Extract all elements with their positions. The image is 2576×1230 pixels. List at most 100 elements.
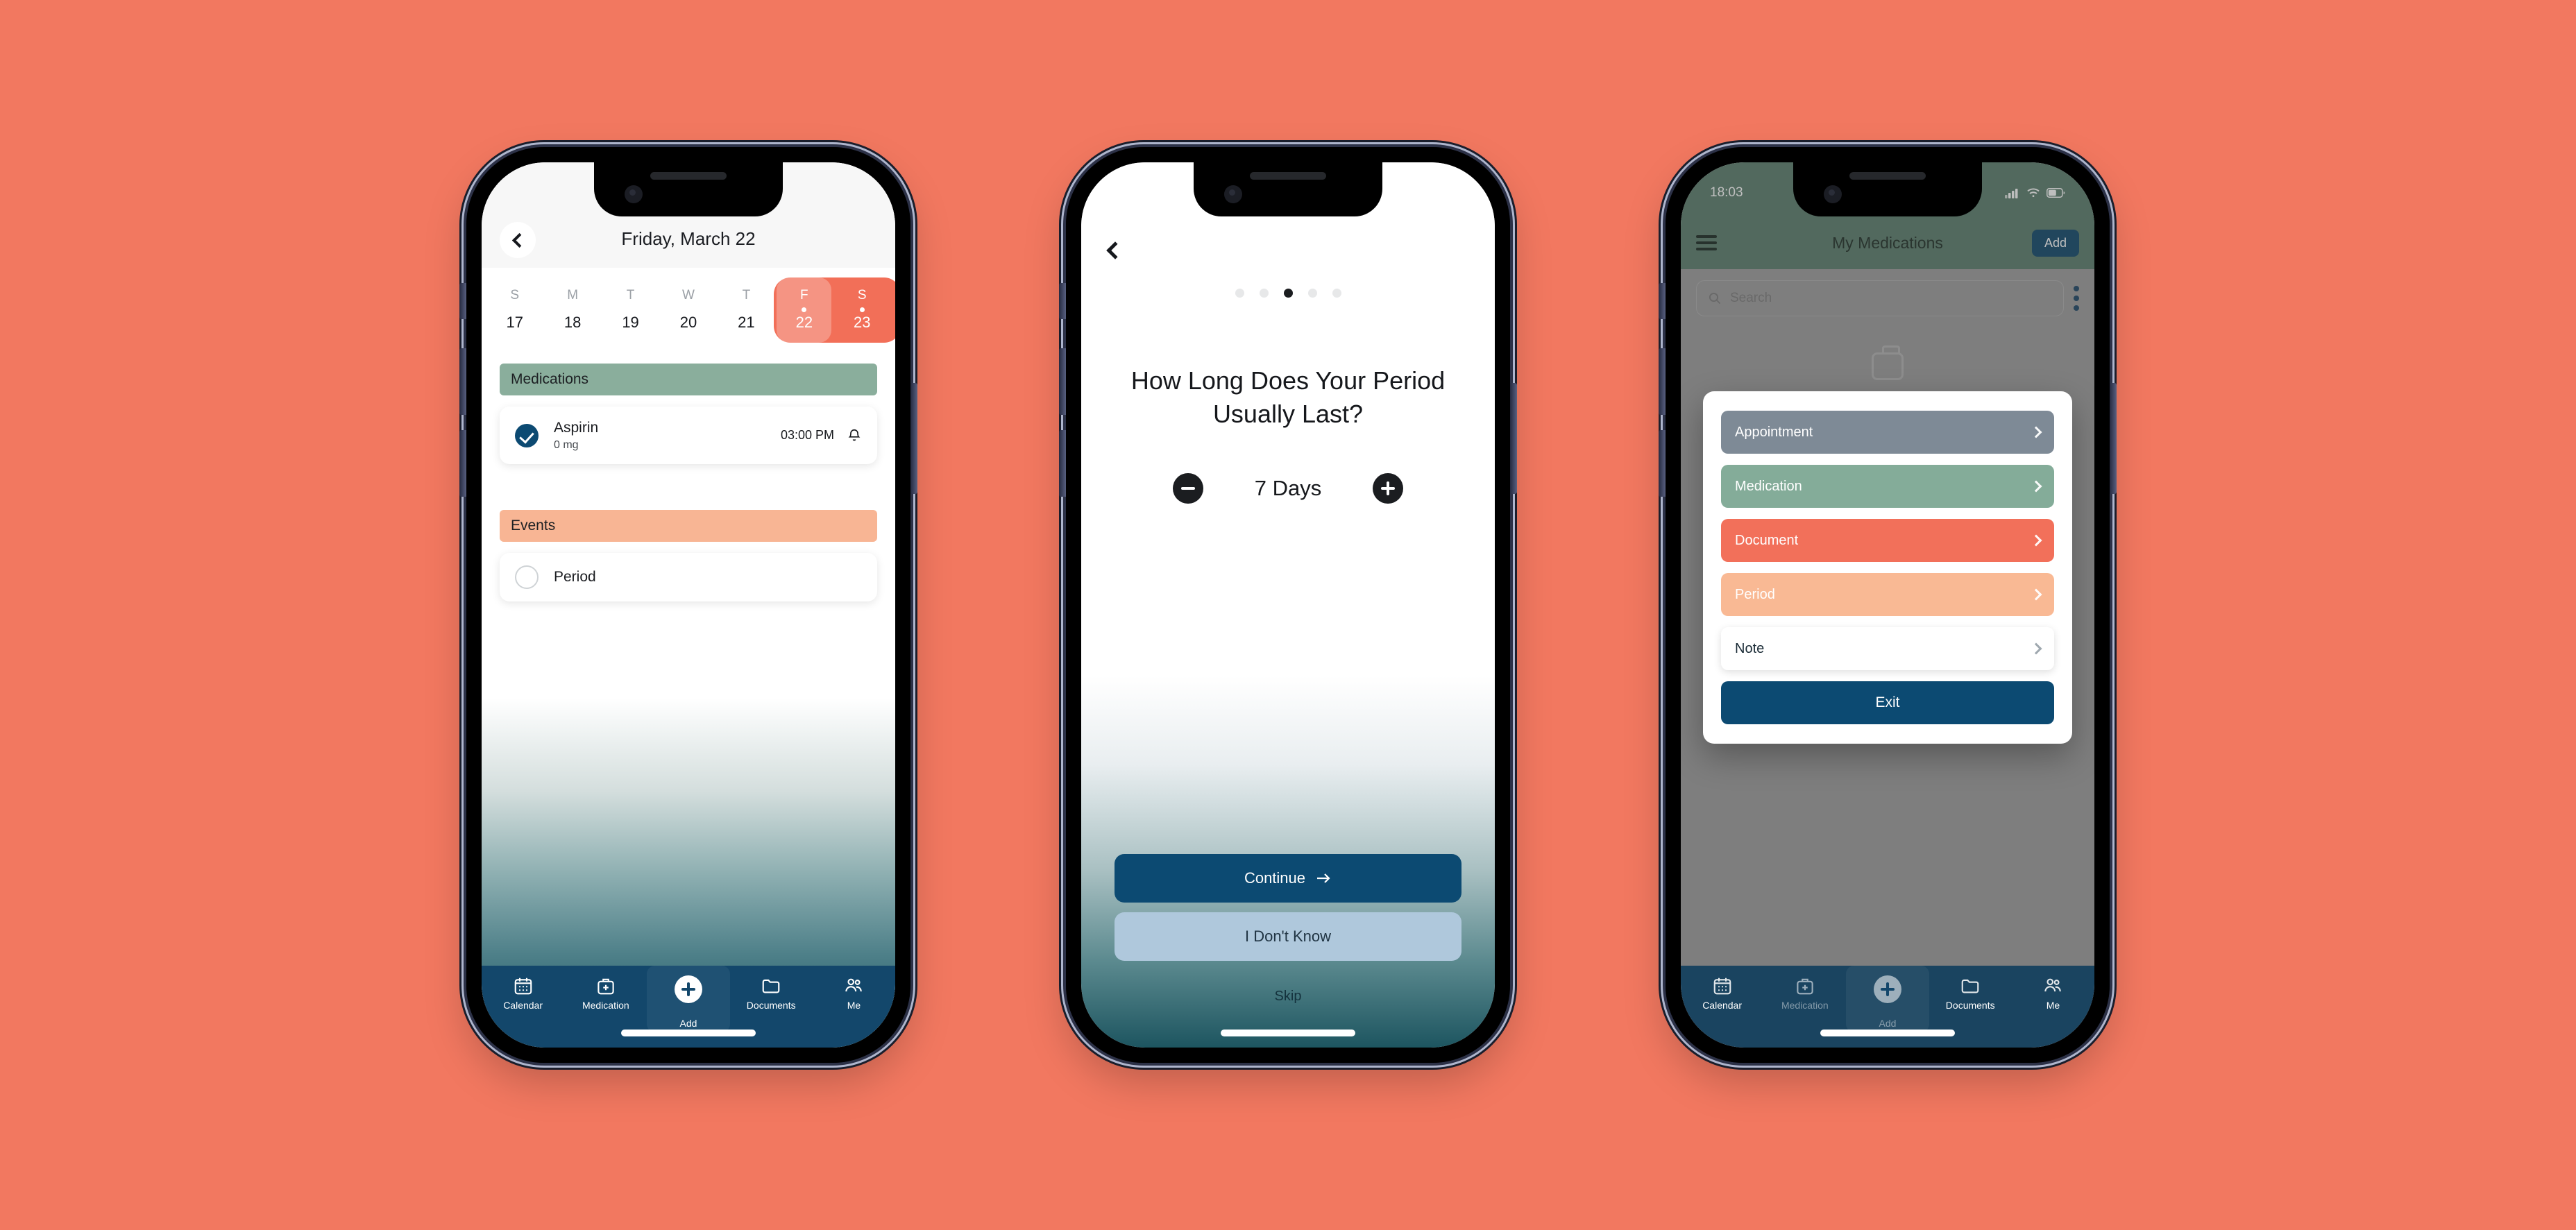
chevron-left-icon [1106, 241, 1124, 259]
calendar-icon [1713, 977, 1731, 995]
mute-switch[interactable] [1059, 283, 1066, 319]
chevron-right-icon [2030, 480, 2042, 493]
back-button[interactable] [1106, 241, 1124, 259]
day-of-week-label: M [567, 288, 579, 303]
day-of-week-label: S [510, 288, 520, 303]
checkbox-unchecked-icon[interactable] [515, 565, 539, 590]
pagination-dots [1081, 289, 1495, 298]
checkbox-checked-icon[interactable] [515, 423, 539, 447]
day-number-label: 21 [738, 314, 755, 332]
volume-up-button[interactable] [1659, 348, 1666, 415]
skip-link[interactable]: Skip [1115, 989, 1461, 1005]
modal-option-medication[interactable]: Medication [1721, 465, 2054, 508]
bell-icon[interactable] [847, 427, 862, 444]
nav-item-medication[interactable]: Medication [1763, 975, 1846, 1010]
home-indicator[interactable] [1221, 1030, 1355, 1036]
front-camera-icon [625, 185, 643, 203]
volume-up-button[interactable] [1059, 348, 1066, 415]
speaker-grille [1849, 172, 1926, 180]
phone1-screen: Friday, March 22 S 17 M 18 T 19 W 20 T 2… [482, 162, 895, 1048]
day-of-week-label: W [682, 288, 695, 303]
day-cell[interactable]: T 21 [718, 280, 775, 339]
volume-down-button[interactable] [1059, 430, 1066, 497]
modal-option-period[interactable]: Period [1721, 573, 2054, 616]
notch [1194, 162, 1382, 216]
nav-item-medication[interactable]: Medication [564, 975, 647, 1010]
volume-down-button[interactable] [459, 430, 466, 497]
day-cell[interactable]: W 20 [659, 280, 717, 339]
dont-know-button[interactable]: I Don't Know [1115, 912, 1461, 961]
stepper-value: 7 Days [1254, 476, 1322, 501]
nav-label: Add [1879, 1018, 1897, 1029]
mute-switch[interactable] [1659, 283, 1666, 319]
phone-mockup-onboarding: How Long Does Your Period Usually Last? … [1059, 147, 1517, 1063]
nav-label: Calendar [1702, 1000, 1743, 1011]
day-number-label: 20 [679, 314, 697, 332]
week-strip[interactable]: S 17 M 18 T 19 W 20 T 21 F 22 S 23 [482, 268, 895, 352]
home-indicator[interactable] [621, 1030, 756, 1036]
nav-item-documents[interactable]: Documents [730, 975, 813, 1010]
plus-circle-icon [1874, 975, 1901, 1003]
modal-option-note[interactable]: Note [1721, 627, 2054, 670]
day-of-week-label: T [626, 288, 635, 303]
day-cell[interactable]: S 17 [486, 280, 543, 339]
event-list-item[interactable]: Period [500, 553, 877, 602]
pagination-dot[interactable] [1332, 289, 1341, 298]
home-indicator[interactable] [1820, 1030, 1955, 1036]
notch [1793, 162, 1982, 216]
back-button[interactable] [500, 222, 536, 258]
pagination-dot-active[interactable] [1283, 289, 1293, 298]
nav-label: Documents [1945, 1000, 1995, 1011]
nav-item-calendar[interactable]: Calendar [1681, 975, 1763, 1010]
power-button[interactable] [910, 383, 917, 494]
day-cell[interactable]: T 19 [602, 280, 659, 339]
medication-time: 03:00 PM [780, 428, 834, 443]
modal-option-appointment[interactable]: Appointment [1721, 411, 2054, 454]
day-cell[interactable]: M 18 [543, 280, 601, 339]
power-button[interactable] [2110, 383, 2117, 494]
add-entry-modal: Appointment Medication Document Period N… [1703, 391, 2072, 744]
modal-option-document[interactable]: Document [1721, 519, 2054, 562]
day-number-label: 19 [622, 314, 639, 332]
folder-icon [1961, 979, 1979, 993]
people-icon [845, 978, 863, 992]
day-dot [570, 307, 575, 312]
nav-label: Me [847, 1000, 861, 1011]
continue-button[interactable]: Continue [1115, 854, 1461, 903]
chevron-right-icon [2030, 588, 2042, 601]
power-button[interactable] [1510, 383, 1517, 494]
nav-item-documents[interactable]: Documents [1929, 975, 2012, 1010]
continue-label: Continue [1244, 869, 1306, 887]
nav-item-add[interactable]: Add [1846, 966, 1929, 1032]
medication-list-item[interactable]: Aspirin 0 mg 03:00 PM [500, 407, 877, 465]
nav-label: Documents [746, 1000, 796, 1011]
pagination-dot[interactable] [1259, 289, 1269, 298]
decrement-button[interactable] [1173, 473, 1203, 504]
day-cell[interactable]: S 23 [833, 280, 891, 339]
nav-label: Medication [582, 1000, 629, 1011]
days-stepper: 7 Days [1081, 473, 1495, 504]
chevron-right-icon [2030, 534, 2042, 547]
mute-switch[interactable] [459, 283, 466, 319]
front-camera-icon [1224, 185, 1242, 203]
day-cell-selected[interactable]: F 22 [775, 280, 833, 339]
pagination-dot[interactable] [1307, 289, 1317, 298]
volume-up-button[interactable] [459, 348, 466, 415]
nav-item-me[interactable]: Me [2012, 975, 2094, 1010]
nav-item-me[interactable]: Me [813, 975, 895, 1010]
notch [594, 162, 783, 216]
option-label: Medication [1735, 478, 1802, 494]
nav-item-add[interactable]: Add [647, 966, 730, 1032]
day-dot [859, 307, 865, 313]
day-dot [512, 307, 517, 312]
section-header-medications: Medications [500, 364, 877, 395]
volume-down-button[interactable] [1659, 430, 1666, 497]
exit-button[interactable]: Exit [1721, 681, 2054, 724]
calendar-icon [514, 977, 532, 995]
nav-item-calendar[interactable]: Calendar [482, 975, 564, 1010]
increment-button[interactable] [1373, 473, 1403, 504]
day-number-label: 22 [795, 314, 813, 332]
chevron-left-icon [511, 232, 527, 248]
pagination-dot[interactable] [1235, 289, 1244, 298]
front-camera-icon [1824, 185, 1842, 203]
